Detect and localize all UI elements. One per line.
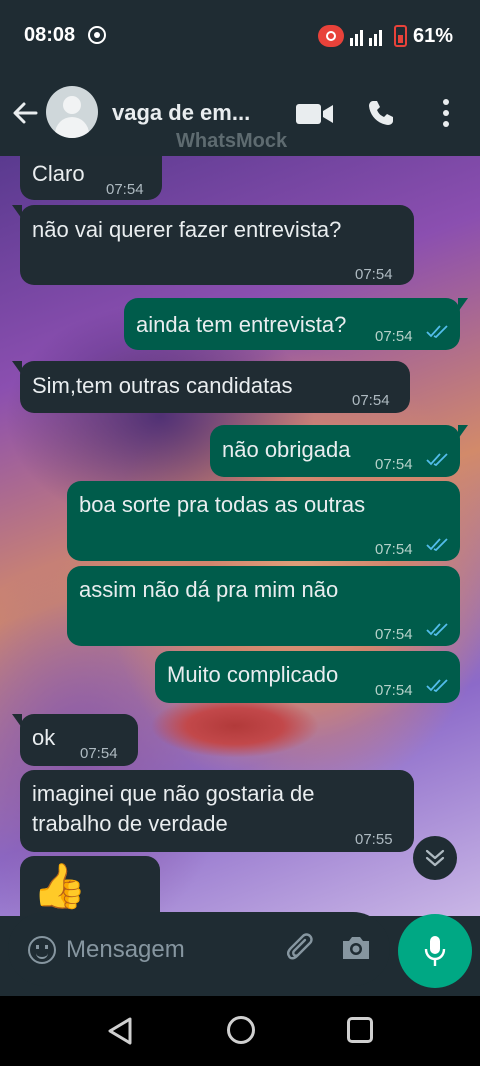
message-text: boa sorte pra todas as outras: [79, 492, 366, 517]
message-incoming[interactable]: ok 07:54: [12, 714, 138, 766]
camera-icon[interactable]: [340, 934, 372, 962]
video-call-icon[interactable]: [296, 102, 334, 126]
mic-button[interactable]: [398, 914, 472, 988]
back-arrow-icon[interactable]: [10, 98, 40, 128]
message-time: 07:54: [375, 328, 413, 345]
avatar-head-icon: [63, 96, 81, 114]
scroll-down-button[interactable]: [413, 836, 457, 880]
message-outgoing[interactable]: assim não dá pra mim não 07:54: [67, 566, 460, 646]
message-outgoing[interactable]: Muito complicado 07:54: [155, 651, 460, 703]
message-time: 07:54: [352, 392, 390, 409]
chat-header: vaga de em... WhatsMock: [0, 72, 480, 156]
nav-back-icon[interactable]: [106, 1016, 134, 1046]
message-input-placeholder[interactable]: Mensagem: [66, 936, 185, 964]
message-text: Claro: [32, 161, 85, 186]
nav-recents-icon[interactable]: [347, 1017, 373, 1043]
message-incoming[interactable]: imaginei que não gostaria de trabalho de…: [20, 770, 414, 852]
chat-area[interactable]: Claro 07:54 não vai querer fazer entrevi…: [0, 156, 480, 916]
watermark: WhatsMock: [176, 130, 288, 152]
message-text: não vai querer fazer entrevista?: [32, 217, 342, 242]
message-text: Muito complicado: [167, 662, 339, 687]
status-bar: 08:08 61%: [0, 0, 480, 72]
message-text: ok: [32, 725, 56, 750]
battery-icon: [394, 25, 407, 47]
system-nav-bar: [0, 996, 480, 1066]
message-incoming[interactable]: Claro 07:54: [20, 156, 162, 200]
recording-badge-icon: [318, 25, 344, 47]
read-ticks-icon: [426, 623, 448, 636]
scroll-down-icon: [425, 849, 445, 867]
read-ticks-icon: [426, 325, 448, 338]
message-time: 07:54: [375, 541, 413, 558]
message-text-line2: trabalho de verdade: [32, 811, 228, 836]
message-incoming[interactable]: não vai querer fazer entrevista? 07:54: [12, 205, 414, 285]
signal-icon: [350, 30, 382, 46]
message-incoming[interactable]: Sim,tem outras candidatas 07:54: [12, 361, 410, 413]
message-time: 07:54: [80, 745, 118, 762]
message-text: ainda tem entrevista?: [136, 312, 347, 337]
message-outgoing[interactable]: boa sorte pra todas as outras 07:54: [67, 481, 460, 561]
mic-icon: [424, 936, 446, 966]
read-ticks-icon: [426, 453, 448, 466]
emoji-icon[interactable]: [28, 936, 56, 964]
message-time: 07:54: [375, 456, 413, 473]
screen-record-icon: [88, 26, 106, 44]
read-ticks-icon: [426, 679, 448, 692]
message-time: 07:54: [355, 266, 393, 283]
contact-name[interactable]: vaga de em...: [112, 100, 250, 126]
message-outgoing[interactable]: ainda tem entrevista? 07:54: [124, 298, 468, 350]
message-time: 07:54: [375, 626, 413, 643]
message-text: Sim,tem outras candidatas: [32, 373, 293, 398]
phone-icon[interactable]: [366, 98, 396, 128]
avatar-body-icon: [55, 117, 89, 138]
status-time: 08:08: [24, 24, 76, 46]
message-time: 07:54: [375, 682, 413, 699]
message-input-box[interactable]: Mensagem: [8, 912, 390, 986]
battery-percent: 61%: [413, 25, 454, 47]
avatar[interactable]: [46, 86, 98, 138]
more-vert-icon[interactable]: [438, 98, 454, 128]
nav-home-icon[interactable]: [227, 1016, 255, 1044]
composer-bar: Mensagem: [0, 896, 480, 996]
read-ticks-icon: [426, 538, 448, 551]
message-time: 07:55: [355, 831, 393, 848]
message-time: 07:54: [106, 181, 144, 198]
message-text: assim não dá pra mim não: [79, 577, 339, 602]
message-outgoing[interactable]: não obrigada 07:54: [210, 425, 468, 477]
message-text-line1: imaginei que não gostaria de: [32, 781, 315, 806]
attach-icon[interactable]: [284, 932, 318, 966]
message-text: não obrigada: [222, 437, 351, 462]
